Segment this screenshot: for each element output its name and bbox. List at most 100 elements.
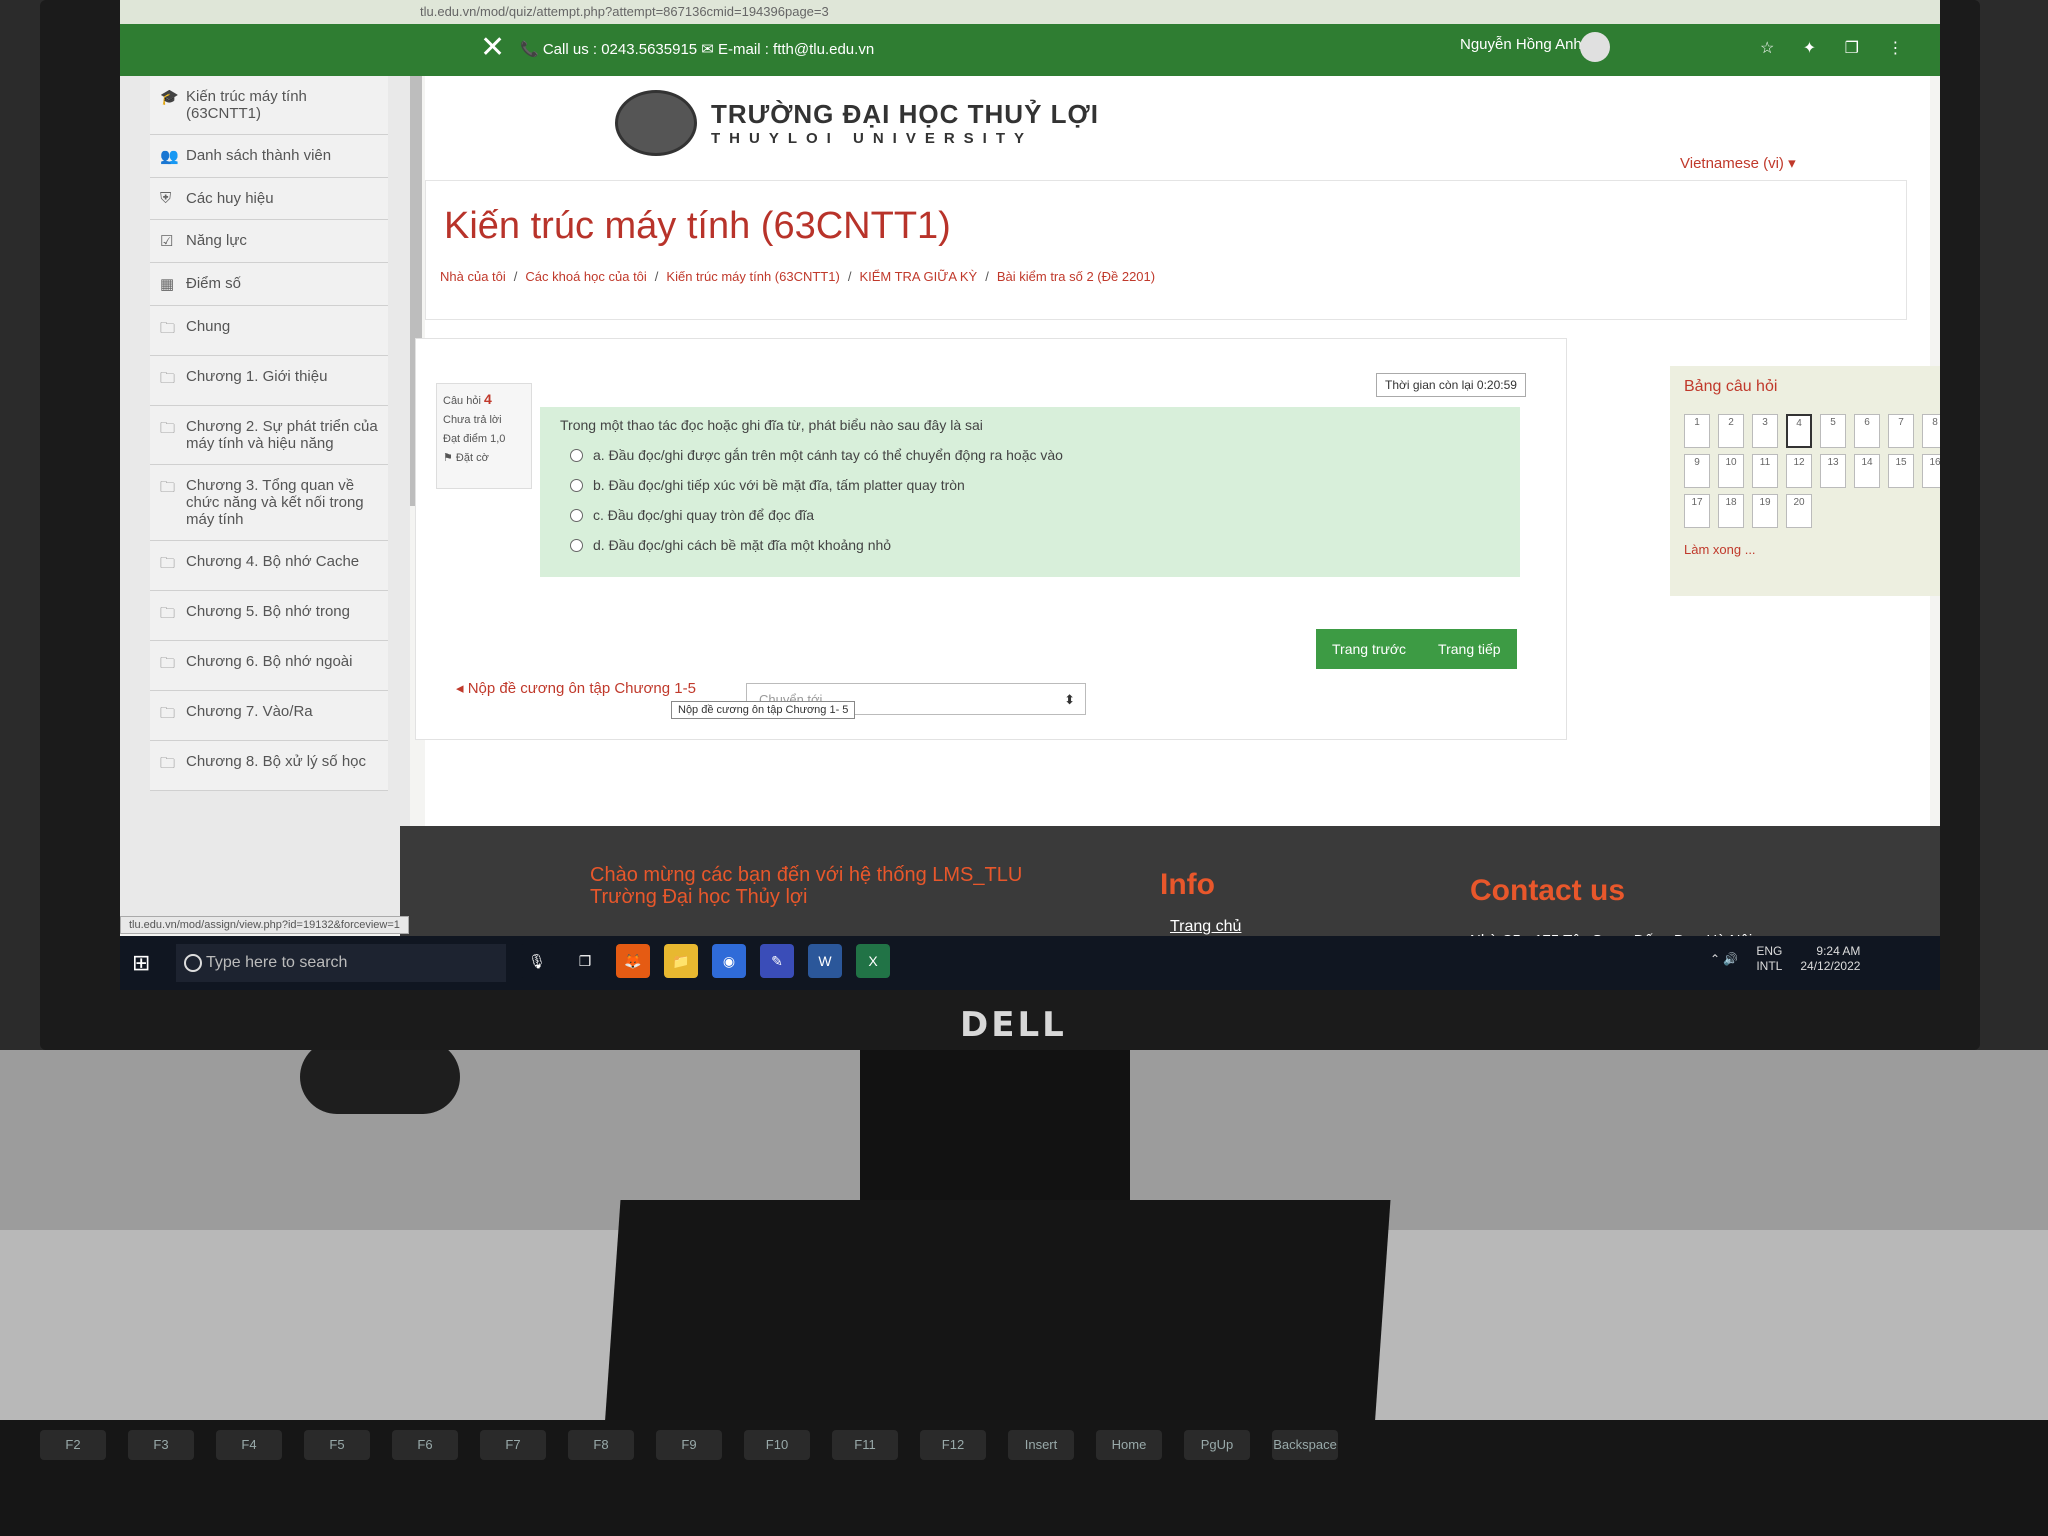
lang-layout: INTL [1756,959,1783,973]
sidebar-item[interactable]: 🗀 Chương 1. Giới thiệu [150,356,388,406]
sidebar-item[interactable]: 🎓 Kiến trúc máy tính (63CNTT1) [150,76,388,135]
address-bar[interactable]: tlu.edu.vn/mod/quiz/attempt.php?attempt=… [120,0,1940,24]
footer-contact-title: Contact us [1470,874,1626,907]
firefox-icon[interactable]: 🦊 [616,944,650,978]
clock[interactable]: 9:24 AM 24/12/2022 [1800,944,1860,974]
radio-button[interactable] [570,478,583,492]
sidebar-item[interactable]: 🗀 Chung [150,306,388,356]
breadcrumb-item[interactable]: Kiến trúc máy tính (63CNTT1) [666,269,839,284]
sidebar-item[interactable]: 👥 Danh sách thành viên [150,135,388,178]
screen: tlu.edu.vn/mod/quiz/attempt.php?attempt=… [120,0,1940,990]
language-select[interactable]: Vietnamese (vi) ▾ [1680,154,1796,172]
keyboard-key: F2 [40,1430,106,1460]
finish-attempt-link[interactable]: Làm xong ... [1684,542,1940,557]
question-nav-button[interactable]: 3 [1752,414,1778,448]
tray-icons[interactable]: ⌃ 🔊 [1710,952,1738,966]
sidebar-item[interactable]: ▦ Điểm số [150,263,388,306]
radio-button[interactable] [570,448,583,462]
sidebar-item[interactable]: 🗀 Chương 6. Bộ nhớ ngoài [150,641,388,691]
breadcrumb-item[interactable]: Nhà của tôi [440,269,506,284]
radio-button[interactable] [570,508,583,522]
question-nav-button[interactable]: 16 [1922,454,1940,488]
keyboard-key: F6 [392,1430,458,1460]
question-nav-button[interactable]: 18 [1718,494,1744,528]
question-nav-button[interactable]: 6 [1854,414,1880,448]
sidebar-item[interactable]: 🗀 Chương 3. Tổng quan về chức năng và kết… [150,465,388,541]
user-name[interactable]: Nguyễn Hồng Anh [1460,36,1582,53]
sidebar-item-label: Chương 3. Tổng quan về chức năng và kết … [186,477,364,528]
university-logo[interactable]: TRƯỜNG ĐẠI HỌC THUỶ LỢI THUYLOI UNIVERSI… [615,90,1099,156]
sidebar-item[interactable]: 🗀 Chương 5. Bộ nhớ trong [150,591,388,641]
mic-icon[interactable]: 🎙 [520,944,554,978]
sidebar-item[interactable]: ⛨ Các huy hiệu [150,178,388,220]
taskbar-search[interactable]: Type here to search [176,944,506,982]
question-nav-button[interactable]: 9 [1684,454,1710,488]
answer-option[interactable]: c. Đầu đọc/ghi quay tròn để đọc đĩa [570,507,1500,523]
question-nav-button[interactable]: 7 [1888,414,1914,448]
sidebar-item-label: Chương 7. Vào/Ra [186,703,313,720]
task-view-icon[interactable]: ❐ [568,944,602,978]
sidebar-item-label: Danh sách thành viên [186,147,332,164]
chrome-icon[interactable]: ◉ [712,944,746,978]
word-icon[interactable]: W [808,944,842,978]
breadcrumb: Nhà của tôi / Các khoá học của tôi / Kiến tr… [440,269,1155,284]
taskbar: ⊞ Type here to search 🎙 ❐ 🦊 📁 ◉ ✎ W X ⌃ 🔊 ENG I… [120,936,1940,990]
folder-icon: 🗀 [160,420,176,437]
sidebar-item[interactable]: 🗀 Chương 8. Bộ xử lý số học [150,741,388,791]
question-nav-button[interactable]: 13 [1820,454,1846,488]
prev-activity-link[interactable]: ◂ Nộp đề cương ôn tập Chương 1-5 [456,679,696,697]
avatar[interactable] [1580,32,1610,62]
keyboard-keys: F2 F3 F4 F5 F6 F7 F8 F9 F10 F11 F12 Insert Home PgUp B… [0,1430,2040,1460]
file-explorer-icon[interactable]: 📁 [664,944,698,978]
sidebar-item[interactable]: 🗀 Chương 2. Sự phát triển của máy tính và… [150,406,388,465]
question-nav-button[interactable]: 1 [1684,414,1710,448]
breadcrumb-separator: / [513,269,518,284]
app-icon[interactable]: ✎ [760,944,794,978]
question-nav-button[interactable]: 17 [1684,494,1710,528]
breadcrumb-item[interactable]: KIỂM TRA GIỮA KỲ [859,269,977,284]
question-nav-button[interactable]: 10 [1718,454,1744,488]
question-nav-button[interactable]: 14 [1854,454,1880,488]
sidebar-item[interactable]: 🗀 Chương 4. Bộ nhớ Cache [150,541,388,591]
lang-indicator[interactable]: ENG INTL [1756,944,1782,974]
keyboard-key: F8 [568,1430,634,1460]
folder-icon: 🗀 [160,605,176,622]
close-icon[interactable]: ✕ [480,30,505,65]
question-nav-button[interactable]: 20 [1786,494,1812,528]
prev-page-button[interactable]: Trang trước [1316,629,1422,669]
sidebar-item[interactable]: 🗀 Chương 7. Vào/Ra [150,691,388,741]
breadcrumb-item[interactable]: Bài kiểm tra số 2 (Đề 2201) [997,269,1155,284]
radio-button[interactable] [570,538,583,552]
windows-start-icon[interactable]: ⊞ [132,950,150,976]
question-nav-button[interactable]: 5 [1820,414,1846,448]
page-title: Kiến trúc máy tính (63CNTT1) [444,205,951,247]
table-icon: ▦ [160,276,175,293]
keyboard-key: F7 [480,1430,546,1460]
sidebar-item[interactable]: ☑ Năng lực [150,220,388,263]
sidebar-item-label: Chương 8. Bộ xử lý số học [186,753,366,770]
question-nav-button[interactable]: 11 [1752,454,1778,488]
answer-option-label: d. Đầu đọc/ghi cách bề mặt đĩa một khoản… [593,537,892,553]
question-nav-button[interactable]: 19 [1752,494,1778,528]
next-page-button[interactable]: Trang tiếp [1422,629,1517,669]
question-nav-button[interactable]: 2 [1718,414,1744,448]
answer-option-label: c. Đầu đọc/ghi quay tròn để đọc đĩa [593,507,815,523]
breadcrumb-item[interactable]: Các khoá học của tôi [525,269,646,284]
graduation-cap-icon: 🎓 [160,89,179,106]
question-nav-button[interactable]: 15 [1888,454,1914,488]
question-nav-button[interactable]: 8 [1922,414,1940,448]
folder-icon: 🗀 [160,479,176,496]
flag-question[interactable]: ⚑ Đặt cờ [443,449,525,468]
footer-info-title: Info [1160,868,1215,901]
footer-home-link[interactable]: Trang chủ [1170,918,1241,936]
sidebar-item-label: Năng lực [186,232,247,249]
browser-toolbar-icons[interactable]: ☆ ✦ ❐ ⋮ [1760,38,1915,58]
question-nav-button[interactable]: 4 [1786,414,1812,448]
sidebar-item-label: Chương 6. Bộ nhớ ngoài [186,653,353,670]
keyboard-key: F11 [832,1430,898,1460]
answer-option[interactable]: a. Đầu đọc/ghi được gắn trên một cánh ta… [570,447,1500,463]
answer-option[interactable]: b. Đầu đọc/ghi tiếp xúc với bề mặt đĩa, … [570,477,1500,493]
excel-icon[interactable]: X [856,944,890,978]
answer-option[interactable]: d. Đầu đọc/ghi cách bề mặt đĩa một khoản… [570,537,1500,553]
question-nav-button[interactable]: 12 [1786,454,1812,488]
